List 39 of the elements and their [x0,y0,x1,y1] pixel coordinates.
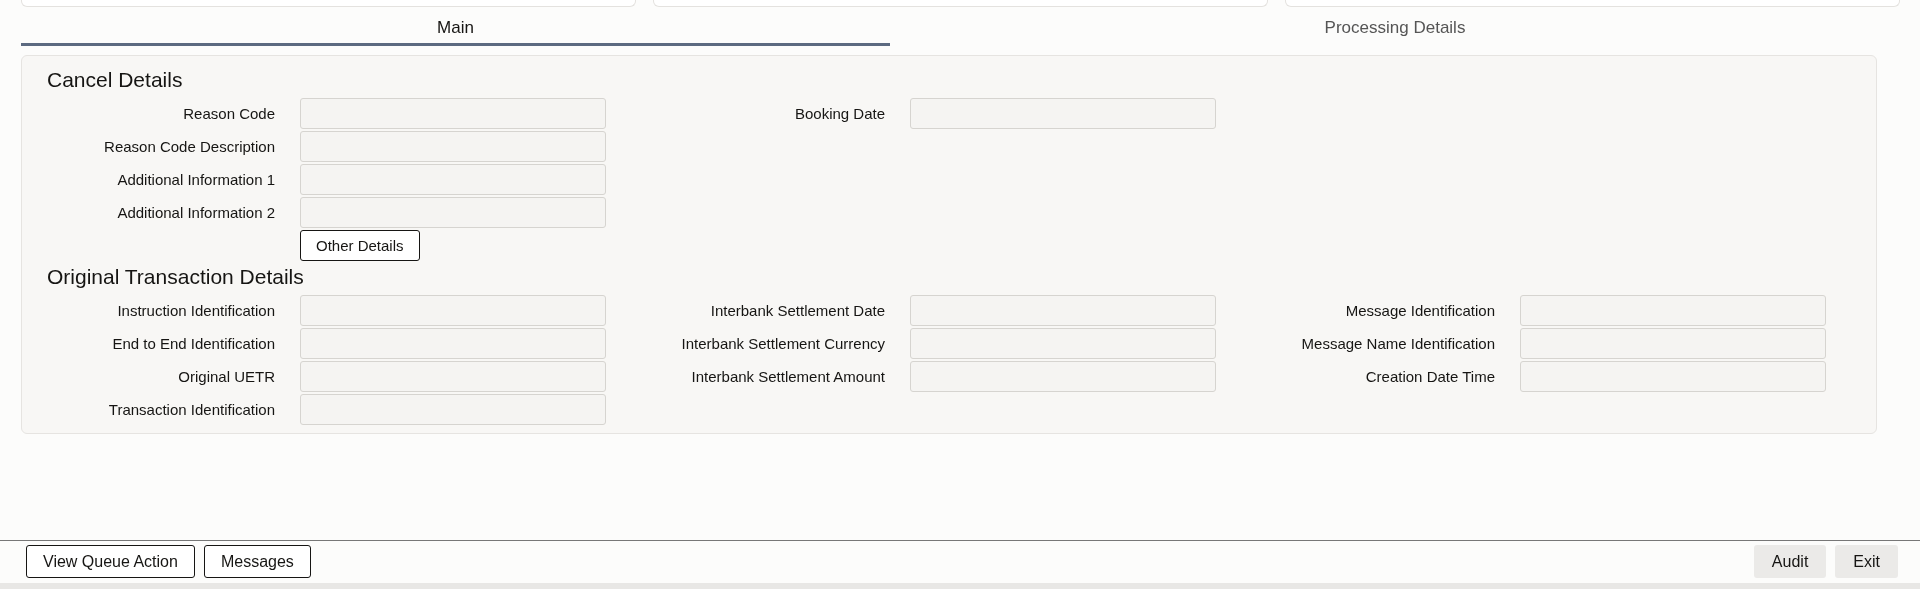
field-label: Creation Date Time [1364,368,1495,385]
input-field[interactable] [300,361,606,392]
field-label: Additional Information 1 [116,171,275,188]
footer-button[interactable]: Messages [203,545,311,578]
field-label: Message Name Identification [1300,335,1495,352]
section-heading: Cancel Details [46,67,184,93]
footer-button[interactable]: View Queue Action [26,545,195,578]
field-label: Interbank Settlement Currency [680,335,885,352]
field-label: Reason Code Description [103,138,275,155]
tab[interactable]: Main [21,7,890,46]
field-label: Message Identification [1344,302,1495,319]
input-field[interactable] [910,98,1216,129]
input-field[interactable] [300,164,606,195]
tab[interactable]: Processing Details [890,7,1900,46]
input-field[interactable] [910,295,1216,326]
input-field[interactable] [910,328,1216,359]
input-field[interactable] [1520,361,1826,392]
field-label: End to End Identification [111,335,275,352]
field-label: Interbank Settlement Date [709,302,885,319]
footer-button[interactable]: Exit [1835,545,1898,578]
input-field[interactable] [300,98,606,129]
field-label: Transaction Identification [107,401,275,418]
input-field[interactable] [300,394,606,425]
footer-button[interactable]: Audit [1753,545,1827,578]
input-field[interactable] [1520,295,1826,326]
field-label: Original UETR [177,368,275,385]
field-label: Instruction Identification [116,302,275,319]
input-field[interactable] [300,197,606,228]
input-field[interactable] [300,295,606,326]
section-heading: Original Transaction Details [46,264,305,290]
input-field[interactable] [1520,328,1826,359]
input-field[interactable] [910,361,1216,392]
other-details-button[interactable]: Other Details [300,230,420,261]
field-label: Reason Code [182,105,275,122]
field-label: Booking Date [793,105,885,122]
field-label: Additional Information 2 [116,204,275,221]
input-field[interactable] [300,328,606,359]
input-field[interactable] [300,131,606,162]
field-label: Interbank Settlement Amount [690,368,885,385]
